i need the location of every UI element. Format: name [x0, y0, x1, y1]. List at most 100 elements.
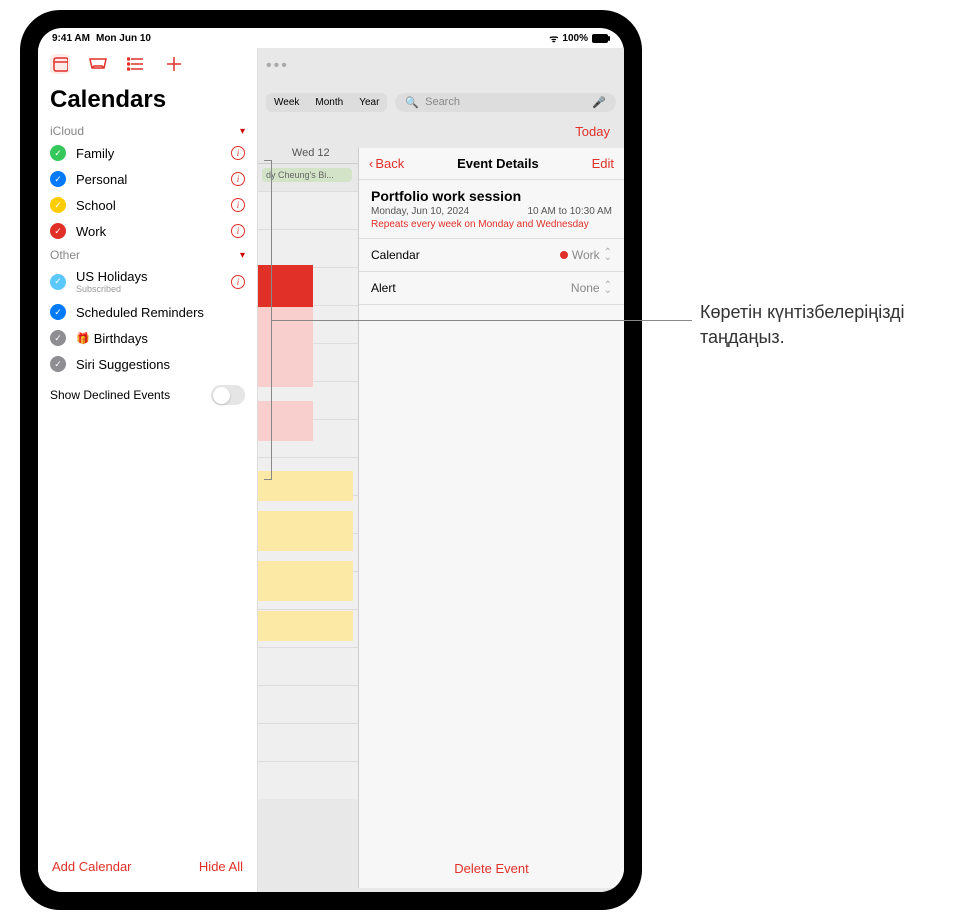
event-block[interactable]	[258, 561, 353, 601]
declined-label: Show Declined Events	[50, 388, 170, 402]
check-icon: ✓	[50, 223, 66, 239]
check-icon: ✓	[50, 171, 66, 187]
seg-month[interactable]: Month	[307, 93, 351, 112]
event-block[interactable]	[258, 471, 353, 501]
cal-family-label: Family	[76, 146, 231, 161]
info-icon[interactable]: i	[231, 172, 245, 186]
info-icon[interactable]: i	[231, 198, 245, 212]
cal-birthdays[interactable]: ✓ 🎁 Birthdays	[38, 325, 257, 351]
info-icon[interactable]: i	[231, 275, 245, 289]
home-indicator[interactable]	[271, 902, 391, 906]
cal-holidays-sub: Subscribed	[76, 284, 231, 294]
cal-school-label: School	[76, 198, 231, 213]
more-icon[interactable]: •••	[266, 57, 289, 75]
add-calendar-button[interactable]: Add Calendar	[52, 859, 132, 874]
updown-icon: ⌃⌄	[604, 283, 612, 293]
search-placeholder: Search	[425, 96, 460, 108]
view-segmented[interactable]: Week Month Year	[266, 93, 387, 112]
cal-holidays-label: US Holidays	[76, 269, 231, 284]
check-icon: ✓	[50, 274, 66, 290]
battery-icon	[592, 34, 610, 43]
list-icon[interactable]	[126, 54, 146, 74]
day-wed: Wed 12	[266, 147, 356, 159]
today-button[interactable]: Today	[258, 120, 624, 143]
status-bar: 9:41 AM Mon Jun 10 ᯤ 100%	[38, 28, 624, 48]
sidebar-toolbar	[38, 48, 257, 80]
cal-siri[interactable]: ✓ Siri Suggestions	[38, 351, 257, 377]
declined-row: Show Declined Events	[38, 377, 257, 413]
delete-event-button[interactable]: Delete Event	[359, 849, 624, 888]
event-time: 10 AM to 10:30 AM	[528, 206, 613, 217]
info-icon[interactable]: i	[231, 224, 245, 238]
cal-personal[interactable]: ✓ Personal i	[38, 166, 257, 192]
cal-holidays[interactable]: ✓ US Holidays Subscribed i	[38, 264, 257, 299]
chevron-left-icon: ‹	[369, 156, 373, 171]
calendar-row-label: Calendar	[371, 248, 420, 262]
section-icloud[interactable]: iCloud ▾	[38, 120, 257, 140]
callout-bracket	[264, 160, 272, 480]
declined-toggle[interactable]	[211, 385, 245, 405]
alert-row-label: Alert	[371, 281, 396, 295]
mic-icon[interactable]: 🎤	[592, 96, 606, 109]
notch	[296, 10, 366, 17]
repeat-text: Repeats every week on Monday and Wednesd…	[359, 217, 624, 239]
back-label: Back	[375, 156, 404, 171]
section-other[interactable]: Other ▾	[38, 244, 257, 264]
calendar-row-value: Work	[572, 248, 600, 262]
other-list: ✓ US Holidays Subscribed i ✓ Scheduled R…	[38, 264, 257, 377]
calendar-color-dot	[560, 251, 568, 259]
panel-title: Event Details	[457, 156, 539, 171]
cal-school[interactable]: ✓ School i	[38, 192, 257, 218]
cal-reminders-label: Scheduled Reminders	[76, 305, 245, 320]
section-icloud-label: iCloud	[50, 124, 84, 138]
calendar-content: ••• Week Month Year 🔍 Search 🎤 Today	[258, 48, 624, 892]
calendars-sidebar: Calendars iCloud ▾ ✓ Family i ✓ Personal	[38, 48, 258, 892]
callout-text: Көретін күнтізбелеріңізді таңдаңыз.	[700, 300, 940, 350]
allday-event-pill[interactable]: dy Cheung's Bi...	[262, 168, 352, 182]
event-date: Monday, Jun 10, 2024	[371, 206, 469, 217]
top-toolbar: •••	[258, 48, 624, 84]
chevron-down-icon: ▾	[240, 126, 245, 137]
hide-all-button[interactable]: Hide All	[199, 859, 243, 874]
edit-button[interactable]: Edit	[592, 156, 614, 171]
cal-work-label: Work	[76, 224, 231, 239]
calendar-icon[interactable]	[50, 54, 70, 74]
add-icon[interactable]	[164, 54, 184, 74]
cal-reminders[interactable]: ✓ Scheduled Reminders	[38, 299, 257, 325]
event-block[interactable]	[258, 511, 353, 551]
cal-personal-label: Personal	[76, 172, 231, 187]
section-other-label: Other	[50, 248, 80, 262]
seg-week[interactable]: Week	[266, 93, 307, 112]
wifi-icon: ᯤ	[549, 31, 558, 45]
alert-row[interactable]: Alert None ⌃⌄	[359, 272, 624, 305]
event-meta: Monday, Jun 10, 2024 10 AM to 10:30 AM	[359, 206, 624, 217]
ipad-screen: 9:41 AM Mon Jun 10 ᯤ 100%	[38, 28, 624, 892]
sidebar-footer: Add Calendar Hide All	[38, 847, 257, 892]
cal-birthdays-label: Birthdays	[94, 331, 245, 346]
battery-percent: 100%	[562, 33, 588, 44]
check-icon: ✓	[50, 197, 66, 213]
search-icon: 🔍	[405, 96, 419, 109]
event-details-panel: ‹ Back Event Details Edit Portfolio work…	[358, 148, 624, 888]
cal-work[interactable]: ✓ Work i	[38, 218, 257, 244]
status-date: Mon Jun 10	[96, 33, 151, 44]
callout-line	[272, 320, 692, 321]
sidebar-title: Calendars	[38, 80, 257, 120]
event-title: Portfolio work session	[359, 180, 624, 206]
info-icon[interactable]: i	[231, 146, 245, 160]
view-toolbar: Week Month Year 🔍 Search 🎤	[258, 84, 624, 120]
event-block[interactable]	[258, 611, 353, 641]
status-time: 9:41 AM	[52, 33, 90, 44]
icloud-list: ✓ Family i ✓ Personal i ✓ School i	[38, 140, 257, 244]
ipad-frame: 9:41 AM Mon Jun 10 ᯤ 100%	[20, 10, 642, 910]
search-field[interactable]: 🔍 Search 🎤	[395, 93, 616, 112]
alert-row-value: None	[571, 281, 600, 295]
seg-year[interactable]: Year	[351, 93, 387, 112]
check-icon: ✓	[50, 145, 66, 161]
back-button[interactable]: ‹ Back	[369, 156, 404, 171]
inbox-icon[interactable]	[88, 54, 108, 74]
calendar-row[interactable]: Calendar Work ⌃⌄	[359, 239, 624, 272]
cal-family[interactable]: ✓ Family i	[38, 140, 257, 166]
updown-icon: ⌃⌄	[604, 250, 612, 260]
chevron-down-icon: ▾	[240, 250, 245, 261]
